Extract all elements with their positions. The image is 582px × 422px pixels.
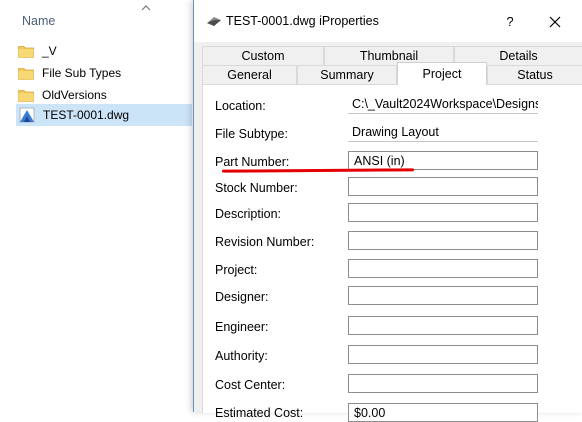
designer-field[interactable]: [348, 286, 538, 305]
chevron-up-icon[interactable]: [141, 4, 151, 12]
folder-icon: [18, 89, 34, 102]
part-number-label: Part Number:: [215, 155, 290, 169]
cost-center-label: Cost Center:: [215, 378, 286, 392]
authority-field[interactable]: [348, 345, 538, 364]
red-underline-annotation: [221, 168, 415, 173]
list-item-selected[interactable]: TEST-0001.dwg: [16, 104, 192, 126]
description-label: Description:: [215, 207, 281, 221]
part-number-field[interactable]: ANSI (in): [348, 151, 538, 170]
description-field[interactable]: [348, 203, 538, 222]
designer-label: Designer:: [215, 290, 269, 304]
tab-custom[interactable]: Custom: [202, 46, 324, 65]
list-item[interactable]: File Sub Types: [18, 62, 121, 84]
location-label: Location:: [215, 99, 266, 113]
revision-number-field[interactable]: [348, 231, 538, 250]
folder-icon: [18, 67, 34, 80]
estimated-cost-label: Estimated Cost:: [215, 406, 304, 420]
stock-number-field[interactable]: [348, 177, 538, 196]
project-tab-panel: Location: C:\_Vault2024Workspace\Designs…: [202, 84, 582, 422]
help-button[interactable]: ?: [495, 8, 525, 36]
stock-number-label: Stock Number:: [215, 181, 298, 195]
project-field[interactable]: [348, 259, 538, 278]
dwg-file-icon: [19, 107, 35, 123]
list-item[interactable]: OldVersions: [18, 84, 107, 106]
file-name: _V: [42, 44, 57, 58]
file-subtype-label: File Subtype:: [215, 127, 288, 141]
location-value: C:\_Vault2024Workspace\Designs\: [348, 95, 538, 114]
file-name: OldVersions: [42, 88, 107, 102]
inventor-app-icon: [207, 17, 221, 26]
tab-general[interactable]: General: [202, 65, 297, 84]
tab-project[interactable]: Project: [397, 62, 487, 85]
list-item[interactable]: _V: [18, 40, 57, 62]
name-column-header[interactable]: Name: [22, 14, 55, 28]
cost-center-field[interactable]: [348, 374, 538, 393]
file-name: TEST-0001.dwg: [43, 108, 130, 122]
folder-icon: [18, 45, 34, 58]
dialog-title: TEST-0001.dwg iProperties: [226, 14, 379, 28]
project-label: Project:: [215, 263, 258, 277]
close-icon[interactable]: [539, 8, 571, 36]
estimated-cost-field[interactable]: $0.00: [348, 403, 538, 422]
title-bar[interactable]: TEST-0001.dwg iProperties ?: [194, 0, 582, 42]
authority-label: Authority:: [215, 349, 268, 363]
engineer-label: Engineer:: [215, 320, 269, 334]
file-subtype-value: Drawing Layout: [348, 123, 538, 142]
tab-status[interactable]: Status: [487, 65, 582, 84]
iproperties-dialog: TEST-0001.dwg iProperties ? Custom Thumb…: [193, 0, 582, 422]
tab-summary[interactable]: Summary: [297, 65, 397, 84]
engineer-field[interactable]: [348, 316, 538, 335]
file-name: File Sub Types: [42, 66, 122, 80]
revision-number-label: Revision Number:: [215, 235, 315, 249]
